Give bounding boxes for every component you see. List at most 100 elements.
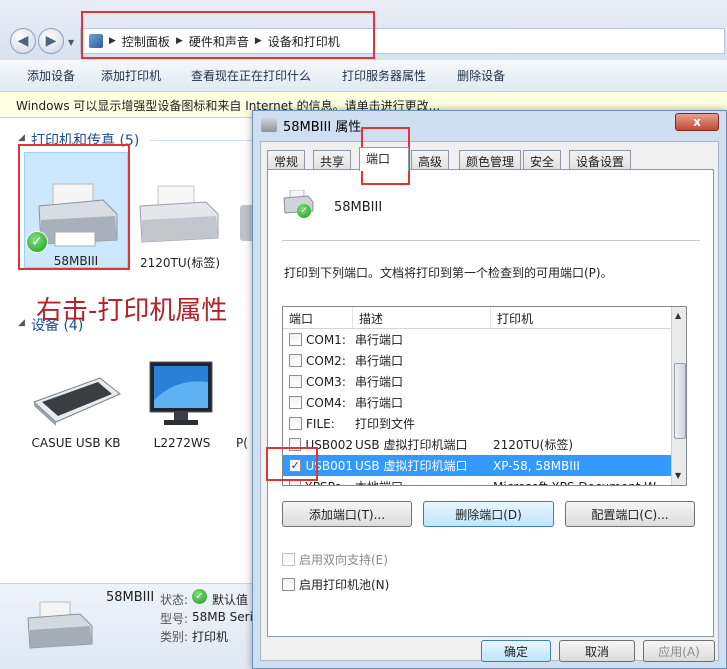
keyboard-icon: [30, 372, 122, 429]
see-whats-printing-button[interactable]: 查看现在正在打印什么: [191, 67, 311, 84]
port-checkbox[interactable]: [289, 333, 302, 346]
port-name: COM1:: [306, 332, 346, 347]
bidirectional-label: 启用双向支持(E): [299, 553, 388, 567]
port-description: 本地端口: [353, 478, 491, 485]
default-check-icon: ✓: [297, 204, 311, 218]
back-arrow-icon: ◀: [17, 33, 29, 49]
port-printer: XP-58, 58MBIII: [493, 458, 580, 473]
port-name: COM2:: [306, 353, 346, 368]
annotation-highlight-box: [266, 447, 318, 481]
tab-ports[interactable]: 端口: [359, 147, 409, 171]
remove-device-button[interactable]: 删除设备: [457, 67, 505, 84]
port-row[interactable]: FILE: 打印到文件: [283, 413, 671, 434]
column-header-description[interactable]: 描述: [353, 307, 491, 328]
device-label[interactable]: L2272WS: [136, 436, 228, 450]
section-divider: [150, 140, 255, 141]
details-model-value: 58MB Seri: [192, 610, 253, 624]
port-row[interactable]: ✓ USB001 USB 虚拟打印机端口 XP-58, 58MBIII: [283, 455, 671, 476]
port-description: 打印到文件: [355, 417, 416, 431]
monitor-icon: [146, 360, 216, 433]
tab-sharing[interactable]: 共享: [313, 150, 352, 170]
port-checkbox[interactable]: [289, 396, 302, 409]
port-description: 串行端口: [355, 396, 404, 410]
port-printer: 2120TU(标签): [493, 438, 574, 452]
port-name: FILE:: [306, 416, 335, 431]
ports-list[interactable]: 端口 描述 打印机 COM1: 串行端口 COM2: 串行端口 COM3: 串行端口 COM…: [282, 306, 687, 486]
printer-pooling-option[interactable]: 启用打印机池(N): [282, 576, 389, 593]
cancel-button[interactable]: 取消: [559, 640, 635, 662]
collapse-icon[interactable]: ◢: [18, 133, 25, 143]
scroll-thumb[interactable]: [674, 363, 686, 439]
tab-device-settings[interactable]: 设备设置: [569, 150, 632, 170]
port-description: 串行端口: [355, 375, 404, 389]
port-printer: Microsoft XPS Document W...: [491, 480, 671, 486]
ports-list-header: 端口 描述 打印机: [283, 307, 671, 329]
forward-arrow-icon: ▶: [45, 33, 57, 49]
printer-pooling-label: 启用打印机池(N): [299, 578, 390, 592]
details-model-label: 型号:: [160, 612, 189, 626]
port-description: USB 虚拟打印机端口: [355, 459, 468, 473]
back-button[interactable]: ◀: [10, 28, 36, 54]
dialog-body: 常规 共享 端口 高级 颜色管理 安全 设备设置 ✓ 58MBIII 打印到下列…: [260, 141, 719, 662]
tab-general[interactable]: 常规: [267, 150, 306, 170]
port-name: COM3:: [306, 374, 346, 389]
forward-button[interactable]: ▶: [38, 28, 64, 54]
command-toolbar: 添加设备 添加打印机 查看现在正在打印什么 打印服务器属性 删除设备: [0, 60, 727, 92]
bidirectional-support-option[interactable]: 启用双向支持(E): [282, 551, 388, 568]
port-checkbox[interactable]: [289, 417, 302, 430]
port-row[interactable]: XPSPo...本地端口Microsoft XPS Document W...: [283, 476, 671, 486]
port-description: 串行端口: [355, 354, 404, 368]
delete-port-button[interactable]: 删除端口(D): [423, 501, 554, 527]
add-printer-button[interactable]: 添加打印机: [101, 67, 161, 84]
printer-properties-dialog: 58MBIII 属性 x 常规 共享 端口 高级 颜色管理 安全 设备设置 ✓ …: [252, 110, 727, 669]
ports-tab-panel: ✓ 58MBIII 打印到下列端口。文档将打印到第一个检查到的可用端口(P)。 …: [267, 169, 714, 637]
device-label[interactable]: CASUE USB KB: [20, 436, 132, 450]
printer-icon: [24, 600, 94, 655]
add-port-button[interactable]: 添加端口(T)...: [282, 501, 412, 527]
close-icon: x: [693, 115, 701, 129]
port-description: 串行端口: [355, 333, 404, 347]
port-row[interactable]: USB002 USB 虚拟打印机端口 2120TU(标签): [283, 434, 671, 455]
printer-label[interactable]: 2120TU(标签): [128, 254, 232, 271]
collapse-icon[interactable]: ◢: [18, 318, 25, 328]
printer-name-label: 58MBIII: [334, 200, 383, 215]
port-description: USB 虚拟打印机端口: [355, 438, 468, 452]
details-printer-name: 58MBIII: [106, 590, 155, 605]
printer-icon: [136, 180, 220, 255]
divider: [282, 240, 700, 241]
column-header-port[interactable]: 端口: [283, 307, 353, 328]
close-button[interactable]: x: [675, 113, 719, 131]
dialog-title: 58MBIII 属性: [283, 119, 362, 135]
details-category-value: 打印机: [192, 630, 229, 644]
devices-section-title[interactable]: 设备 (4): [31, 315, 83, 335]
ports-list-scrollbar[interactable]: ▲ ▼: [671, 307, 686, 485]
annotation-highlight-box: [18, 144, 130, 270]
column-header-printer[interactable]: 打印机: [491, 307, 671, 328]
add-device-button[interactable]: 添加设备: [27, 67, 75, 84]
details-status-value: 默认值: [212, 593, 249, 607]
scroll-down-icon[interactable]: ▼: [675, 471, 681, 480]
details-category-label: 类别:: [160, 630, 189, 644]
status-ok-icon: ✓: [192, 589, 207, 604]
scroll-up-icon[interactable]: ▲: [675, 311, 681, 320]
port-name: COM4:: [306, 395, 346, 410]
print-server-properties-button[interactable]: 打印服务器属性: [342, 67, 426, 84]
tab-security[interactable]: 安全: [523, 150, 562, 170]
instruction-text: 打印到下列端口。文档将打印到第一个检查到的可用端口(P)。: [284, 266, 613, 280]
printer-pooling-checkbox[interactable]: [282, 578, 295, 591]
bidirectional-checkbox[interactable]: [282, 553, 295, 566]
tab-advanced[interactable]: 高级: [411, 150, 450, 170]
history-dropdown-icon[interactable]: ▼: [68, 38, 74, 47]
ok-button[interactable]: 确定: [481, 640, 551, 662]
apply-button[interactable]: 应用(A): [643, 640, 715, 662]
port-row[interactable]: COM3: 串行端口: [283, 371, 671, 392]
port-row[interactable]: COM1: 串行端口: [283, 329, 671, 350]
details-status-label: 状态:: [160, 593, 189, 607]
tab-color-management[interactable]: 颜色管理: [459, 150, 522, 170]
port-row[interactable]: COM2: 串行端口: [283, 350, 671, 371]
port-checkbox[interactable]: [289, 354, 302, 367]
port-checkbox[interactable]: [289, 375, 302, 388]
annotation-highlight-box: [81, 11, 375, 59]
port-row[interactable]: COM4: 串行端口: [283, 392, 671, 413]
configure-port-button[interactable]: 配置端口(C)...: [565, 501, 695, 527]
